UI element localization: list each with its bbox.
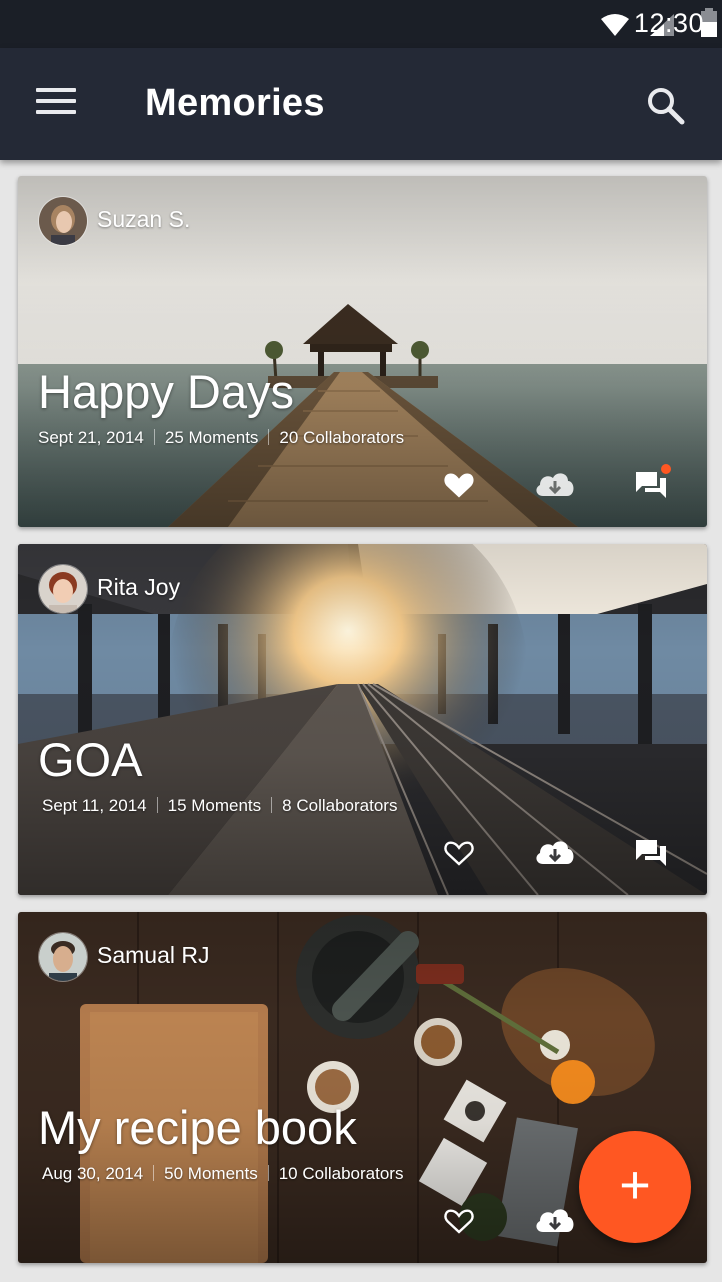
cloud-download-icon[interactable] (533, 834, 574, 870)
search-icon[interactable] (646, 86, 686, 126)
add-icon: + (619, 1155, 651, 1215)
comments-icon[interactable] (633, 464, 671, 502)
author-name[interactable]: Rita Joy (97, 574, 180, 601)
comments-icon[interactable] (633, 834, 669, 870)
cloud-download-icon[interactable] (533, 1202, 574, 1238)
card-title[interactable]: GOA (38, 732, 142, 787)
heart-outline-icon[interactable] (441, 1202, 477, 1238)
memory-card[interactable]: Rita Joy GOA Sept 11, 2014 15 Moments 8 Co… (18, 544, 707, 895)
collaborators-count: 10 Collaborators (278, 1164, 404, 1183)
wifi-icon (601, 14, 629, 36)
avatar[interactable] (38, 196, 88, 246)
card-date: Sept 11, 2014 (42, 796, 147, 815)
status-bar: 12:30 (0, 0, 722, 48)
avatar[interactable] (38, 932, 88, 982)
card-meta: Sept 21, 2014 25 Moments 20 Collaborators (38, 428, 404, 448)
author-name[interactable]: Samual RJ (97, 942, 209, 969)
moments-count: 25 Moments (164, 428, 259, 447)
app-bar: Memories (0, 48, 722, 160)
heart-outline-icon[interactable] (441, 834, 477, 870)
heart-icon[interactable] (441, 466, 477, 502)
card-meta: Sept 11, 2014 15 Moments 8 Collaborators (42, 796, 397, 816)
cloud-download-icon[interactable] (533, 466, 574, 502)
page-title: Memories (145, 82, 325, 124)
card-date: Aug 30, 2014 (42, 1164, 144, 1183)
collaborators-count: 20 Collaborators (279, 428, 405, 447)
moments-count: 15 Moments (167, 796, 262, 815)
add-memory-button[interactable]: + (579, 1131, 691, 1243)
card-date: Sept 21, 2014 (38, 428, 144, 447)
status-time: 12:30 (633, 8, 704, 38)
author-name[interactable]: Suzan S. (97, 206, 190, 233)
collaborators-count: 8 Collaborators (282, 796, 398, 815)
hamburger-menu-icon[interactable] (36, 88, 76, 120)
card-meta: Aug 30, 2014 50 Moments 10 Collaborators (42, 1164, 403, 1184)
new-comment-badge (661, 464, 671, 474)
moments-count: 50 Moments (164, 1164, 258, 1183)
card-title[interactable]: Happy Days (38, 364, 294, 419)
avatar[interactable] (38, 564, 88, 614)
card-title[interactable]: My recipe book (38, 1100, 357, 1155)
memory-card[interactable]: Suzan S. Happy Days Sept 21, 2014 25 Mome… (18, 176, 707, 527)
